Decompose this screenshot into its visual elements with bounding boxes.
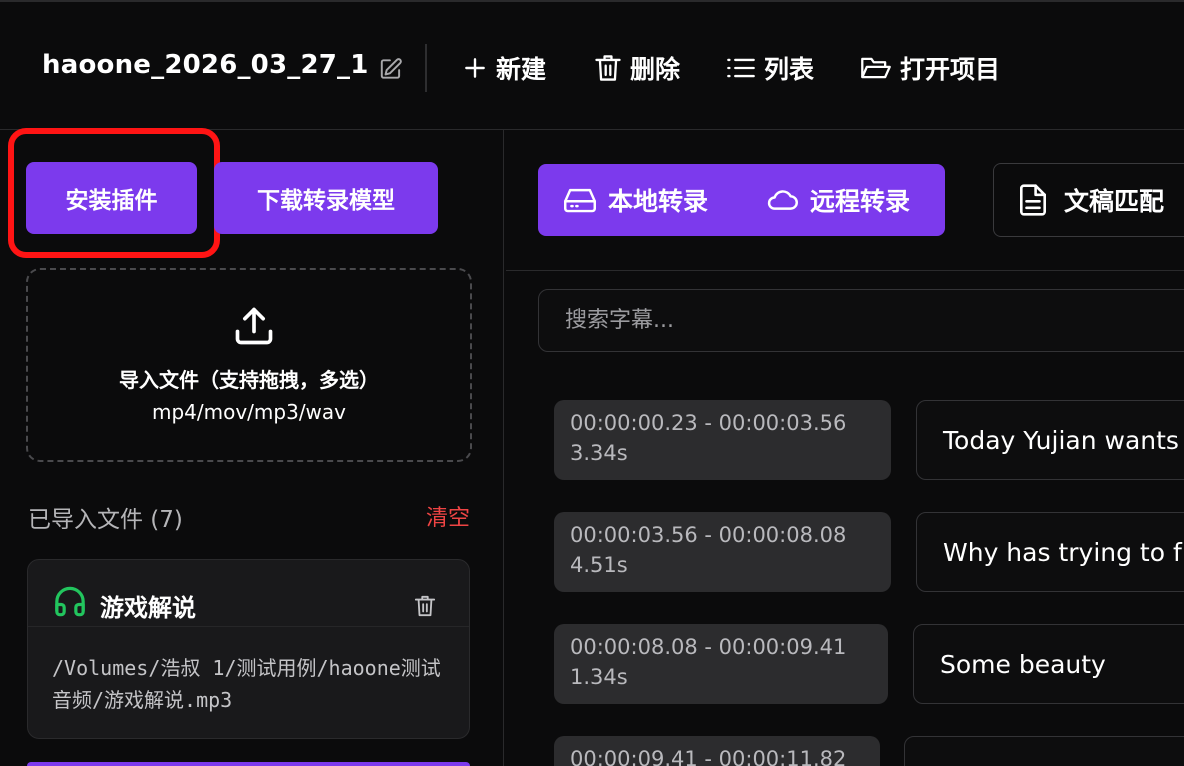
segment-text-3[interactable]: Some beauty <box>913 624 1184 704</box>
file-path: /Volumes/浩叔 1/测试用例/haoone测试音频/游戏解说.mp3 <box>52 656 441 712</box>
segment-time-1: 00:00:00.23 - 00:00:03.56 3.34s <box>554 400 891 480</box>
transcribe-mode-group: 本地转录 远程转录 <box>538 164 945 236</box>
import-dropzone[interactable]: 导入文件（支持拖拽，多选） mp4/mov/mp3/wav <box>26 268 472 462</box>
segment-range: 00:00:08.08 - 00:00:09.41 <box>570 635 847 659</box>
segment-text-4[interactable] <box>904 736 1184 766</box>
trash-icon <box>595 55 621 81</box>
next-file-card-edge[interactable] <box>27 762 470 766</box>
delete-button-label: 删除 <box>630 55 681 84</box>
dropzone-hint: 导入文件（支持拖拽，多选） <box>119 368 379 392</box>
new-button[interactable]: 新建 <box>462 48 546 88</box>
segment-time-3: 00:00:08.08 - 00:00:09.41 1.34s <box>554 624 888 704</box>
folder-open-icon <box>861 57 891 79</box>
segment-duration: 1.34s <box>570 665 628 689</box>
dropzone-formats: mp4/mov/mp3/wav <box>151 400 347 424</box>
highlight-box <box>8 128 220 258</box>
segment-text-1[interactable]: Today Yujian wants <box>916 400 1184 480</box>
segment-range: 00:00:00.23 - 00:00:03.56 <box>570 411 847 435</box>
list-button-label: 列表 <box>764 55 815 84</box>
right-divider <box>506 270 1184 271</box>
headphones-icon <box>55 586 85 617</box>
segment-duration: 3.34s <box>570 441 628 465</box>
top-toolbar: haoone_2026_03_27_1 新建 删除 列表 打开项目 <box>0 0 1184 130</box>
segment-range: 00:00:09.41 - 00:00:11.82 <box>570 747 847 766</box>
local-transcribe-label: 本地转录 <box>608 187 709 216</box>
file-card[interactable]: 游戏解说 /Volumes/浩叔 1/测试用例/haoone测试音频/游戏解说.… <box>27 559 470 739</box>
remote-transcribe-label: 远程转录 <box>810 187 911 216</box>
segment-time-2: 00:00:03.56 - 00:00:08.08 4.51s <box>554 512 891 592</box>
header-divider <box>425 44 427 92</box>
hard-drive-icon <box>564 188 596 213</box>
local-transcribe-button[interactable]: 本地转录 <box>564 164 708 236</box>
subtitle-search-input[interactable] <box>538 289 1184 352</box>
file-name: 游戏解说 <box>100 594 196 622</box>
document-icon <box>1020 184 1046 216</box>
new-button-label: 新建 <box>496 55 547 84</box>
clear-button[interactable]: 清空 <box>426 500 470 532</box>
edit-icon[interactable] <box>378 56 404 82</box>
segment-range: 00:00:03.56 - 00:00:08.08 <box>570 523 847 547</box>
segment-duration: 4.51s <box>570 553 628 577</box>
list-button[interactable]: 列表 <box>726 48 814 88</box>
remote-transcribe-button[interactable]: 远程转录 <box>766 164 910 236</box>
script-match-label: 文稿匹配 <box>1064 187 1165 216</box>
project-name: haoone_2026_03_27_1 <box>42 50 369 80</box>
download-model-button[interactable]: 下载转录模型 <box>214 162 438 234</box>
open-project-button[interactable]: 打开项目 <box>860 48 1000 88</box>
segment-text-2[interactable]: Why has trying to f <box>916 512 1184 592</box>
open-project-label: 打开项目 <box>900 55 1001 84</box>
upload-icon <box>235 307 273 345</box>
cloud-icon <box>767 190 798 210</box>
segment-time-4: 00:00:09.41 - 00:00:11.82 <box>554 736 880 766</box>
file-delete-icon[interactable] <box>414 594 436 618</box>
card-divider <box>28 626 469 627</box>
script-match-button[interactable]: 文稿匹配 <box>993 163 1184 237</box>
imported-files-title: 已导入文件 (7) <box>28 507 183 533</box>
delete-button[interactable]: 删除 <box>594 48 680 88</box>
list-icon <box>727 58 755 78</box>
plus-icon <box>465 58 485 78</box>
